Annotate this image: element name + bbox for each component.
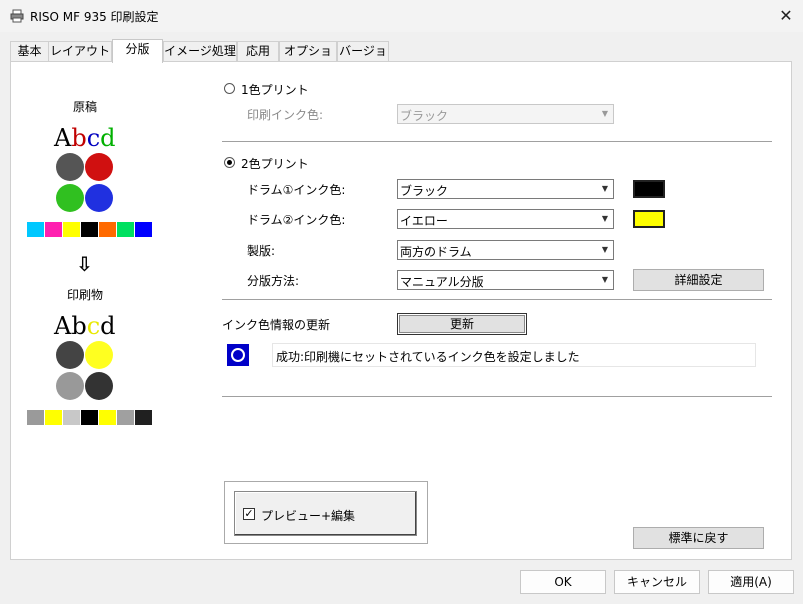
plate-making-value: 両方のドラム	[400, 245, 472, 259]
preview-edit-toggle[interactable]: ✓ プレビュー+編集	[234, 491, 417, 536]
letter-c: c	[86, 124, 101, 152]
apply-button[interactable]: 適用(A)	[708, 570, 794, 594]
tab-advanced[interactable]: 応用	[237, 41, 279, 62]
letter-c: c	[86, 312, 101, 340]
one-color-radio[interactable]	[224, 83, 235, 94]
apple-green	[56, 184, 84, 212]
output-color-strip	[27, 410, 153, 425]
tab-basic[interactable]: 基本	[10, 41, 49, 62]
update-button[interactable]: 更新	[397, 313, 527, 335]
chevron-down-icon: ▼	[601, 275, 609, 284]
original-preview-image: Abcd	[53, 122, 118, 217]
original-label: 原稿	[73, 100, 98, 114]
output-preview-image: Abcd	[53, 310, 118, 405]
window-title: RISO MF 935 印刷設定	[30, 10, 159, 24]
check-icon: ✓	[244, 507, 254, 520]
ok-button[interactable]: OK	[520, 570, 606, 594]
preview-edit-checkbox[interactable]: ✓	[243, 508, 255, 520]
status-message: 成功:印刷機にセットされているインク色を設定しました	[276, 350, 580, 364]
original-color-strip	[27, 222, 153, 237]
chevron-down-icon: ▼	[601, 245, 609, 254]
preview-edit-label: プレビュー+編集	[261, 509, 356, 523]
status-message-box: 成功:印刷機にセットされているインク色を設定しました	[272, 343, 756, 367]
printer-icon	[10, 9, 24, 23]
tab-image-processing[interactable]: イメージ処理	[163, 41, 237, 62]
apple-yellow	[85, 341, 113, 369]
drum1-ink-select[interactable]: ブラック ▼	[397, 179, 614, 199]
restore-default-button[interactable]: 標準に戻す	[633, 527, 764, 549]
apple-dark	[85, 372, 113, 400]
two-color-radio[interactable]	[224, 157, 235, 168]
two-color-label: 2色プリント	[241, 157, 309, 171]
print-ink-color-value: ブラック	[400, 109, 449, 123]
chevron-down-icon: ▼	[601, 184, 609, 193]
one-color-label: 1色プリント	[241, 83, 309, 97]
details-button[interactable]: 詳細設定	[633, 269, 764, 291]
letter-b: b	[71, 312, 87, 340]
apple-red	[85, 153, 113, 181]
plate-making-label: 製版:	[247, 244, 276, 258]
tab-layout[interactable]: レイアウト	[48, 41, 112, 62]
ink-update-label: インク色情報の更新	[222, 318, 331, 332]
chevron-down-icon: ▼	[601, 109, 609, 118]
separation-method-select[interactable]: マニュアル分版 ▼	[397, 270, 614, 290]
letter-d: d	[100, 312, 116, 340]
apple-black	[56, 153, 84, 181]
close-button[interactable]: ✕	[772, 4, 800, 28]
divider	[222, 299, 772, 300]
output-label: 印刷物	[67, 288, 104, 302]
apple-grey	[56, 372, 84, 400]
divider	[222, 141, 772, 142]
chevron-down-icon: ▼	[601, 214, 609, 223]
drum1-ink-label: ドラム①インク色:	[247, 183, 346, 197]
drum1-color-swatch	[633, 180, 665, 198]
drum2-ink-value: イエロー	[400, 214, 448, 228]
drum2-color-swatch	[633, 210, 665, 228]
drum2-ink-label: ドラム②インク色:	[247, 213, 346, 227]
print-ink-color-label: 印刷インク色:	[247, 108, 324, 122]
letter-d: d	[100, 124, 116, 152]
print-ink-color-select[interactable]: ブラック ▼	[397, 104, 614, 124]
plate-making-select[interactable]: 両方のドラム ▼	[397, 240, 614, 260]
close-icon: ✕	[779, 6, 793, 25]
title-bar: RISO MF 935 印刷設定 ✕	[0, 0, 803, 32]
output-apples-graphic	[56, 341, 113, 400]
separation-method-label: 分版方法:	[247, 274, 300, 288]
success-status-icon	[227, 344, 249, 366]
apple-blue	[85, 184, 113, 212]
tab-version[interactable]: バージョン	[337, 41, 389, 77]
letter-b: b	[71, 124, 87, 152]
separation-method-value: マニュアル分版	[400, 275, 484, 289]
original-apples-graphic	[56, 153, 113, 212]
letter-a: A	[54, 312, 72, 340]
letter-a: A	[54, 124, 72, 152]
arrow-down-icon: ⇩	[76, 252, 93, 276]
cancel-button[interactable]: キャンセル	[614, 570, 700, 594]
drum2-ink-select[interactable]: イエロー ▼	[397, 209, 614, 229]
tab-separation[interactable]: 分版	[112, 39, 163, 63]
drum1-ink-value: ブラック	[400, 184, 449, 198]
apple-black	[56, 341, 84, 369]
tab-options[interactable]: オプション	[279, 41, 337, 77]
divider	[222, 396, 772, 397]
